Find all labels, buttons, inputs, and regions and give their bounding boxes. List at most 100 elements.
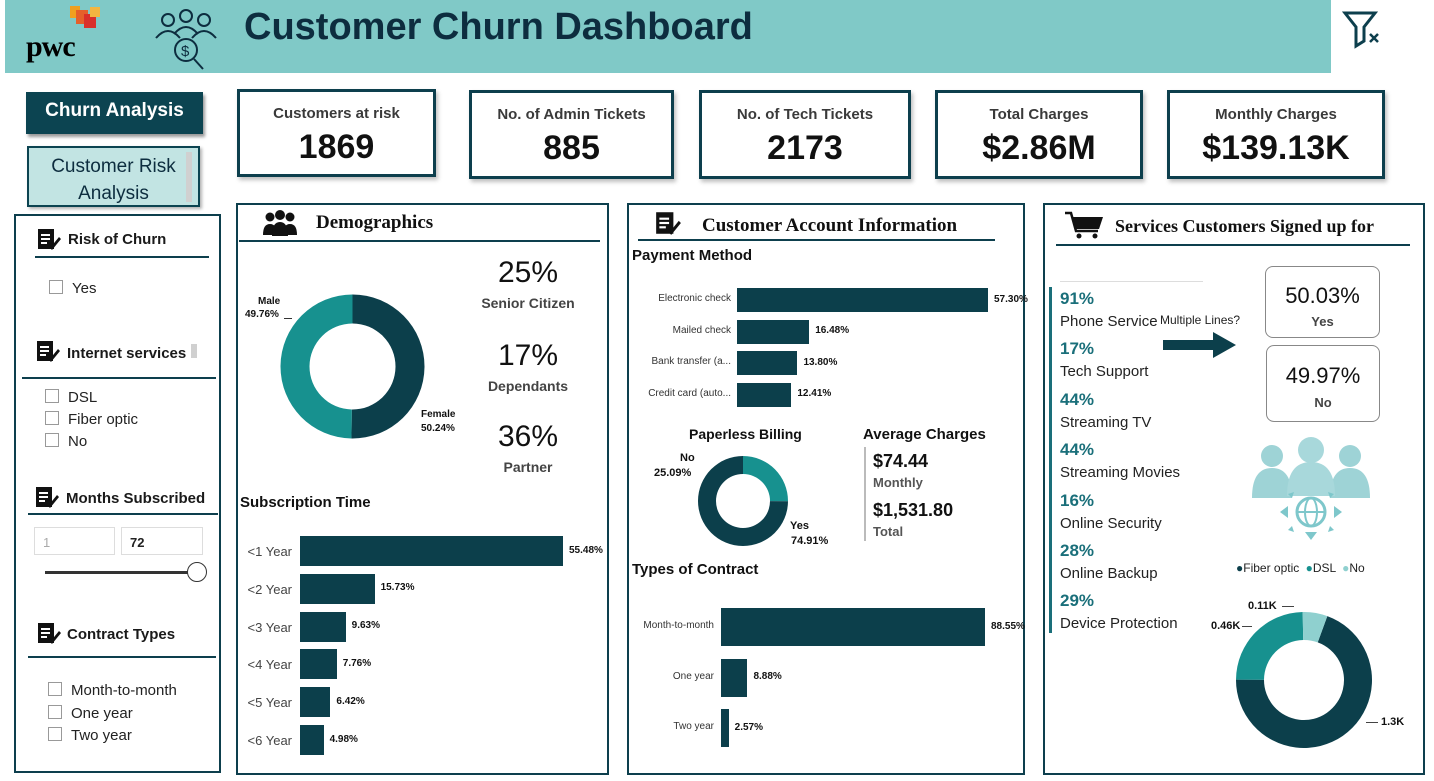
checkbox-dsl[interactable]: DSL <box>45 389 97 406</box>
male-label: Male <box>258 296 281 307</box>
bar <box>737 319 810 344</box>
kpi-tech-tickets: No. of Tech Tickets 2173 <box>699 90 911 179</box>
risk-slicer-title: Risk of Churn <box>68 231 167 248</box>
bar-value-label: 88.55% <box>991 620 1025 632</box>
service-label: Phone Service <box>1060 313 1158 330</box>
contract-slicer-title: Contract Types <box>67 626 176 643</box>
kpi-label: Total Charges <box>989 106 1089 123</box>
avg-monthly-label: Monthly <box>873 475 923 490</box>
male-pct: 49.76% <box>245 309 279 320</box>
customer-risk-analysis-label: Customer Risk Analysis <box>51 156 176 204</box>
partner-pct: 36% <box>497 420 559 453</box>
bar-category-label: <2 Year <box>247 581 292 597</box>
checkbox-month-to-month[interactable]: Month-to-month <box>48 682 177 699</box>
people-network-icon <box>1252 437 1370 540</box>
yes-pct: 50.03% <box>1285 283 1360 308</box>
dependants-pct: 17% <box>497 339 559 372</box>
scrollbar[interactable] <box>191 344 197 358</box>
kpi-label: Monthly Charges <box>1215 106 1337 123</box>
bar-category-label: <4 Year <box>247 657 292 673</box>
legend-dot-dsl: ● <box>1305 561 1313 575</box>
no-label: No <box>1314 395 1332 410</box>
bar <box>300 611 346 642</box>
avg-total-label: Total <box>873 524 904 539</box>
pwc-logo-text: pwc <box>26 30 76 63</box>
button-scrollbar <box>186 152 192 202</box>
kpi-label: Customers at risk <box>273 105 400 122</box>
bar-value-label: 13.80% <box>803 356 838 368</box>
bar <box>300 725 324 755</box>
option-label: Month-to-month <box>71 682 177 699</box>
bar <box>721 658 748 697</box>
bar-category-label: <5 Year <box>247 695 292 711</box>
average-charges-title: Average Charges <box>863 426 986 443</box>
leader-line <box>1242 626 1252 627</box>
checkbox-box[interactable] <box>48 705 62 719</box>
service-pct: 44% <box>1060 440 1095 460</box>
service-pct: 17% <box>1060 339 1095 359</box>
months-min-input[interactable]: 1 <box>34 527 115 555</box>
checkbox-no-internet[interactable]: No <box>45 433 87 450</box>
notepad-icon <box>36 487 59 508</box>
svg-text:$: $ <box>181 43 190 60</box>
checkbox-box[interactable] <box>49 280 63 294</box>
leader-line <box>1282 606 1294 607</box>
divider <box>1056 244 1410 246</box>
divider <box>22 377 216 379</box>
divider-faint <box>1060 281 1203 282</box>
churn-analysis-button[interactable]: Churn Analysis <box>26 92 203 134</box>
months-slider-track[interactable] <box>45 571 195 574</box>
checkbox-box[interactable] <box>45 389 59 403</box>
checkbox-fiber-optic[interactable]: Fiber optic <box>45 411 138 428</box>
bar-value-label: 2.57% <box>734 721 764 733</box>
divider <box>35 256 209 258</box>
bar-value-label: 7.76% <box>342 657 372 669</box>
customers-money-icon: $ <box>155 9 217 70</box>
services-list-accent <box>1049 287 1052 633</box>
bar <box>737 288 988 312</box>
female-label: Female <box>421 409 456 420</box>
checkbox-risk-yes[interactable]: Yes <box>49 280 96 297</box>
checkbox-box[interactable] <box>48 727 62 741</box>
kpi-customers-at-risk: Customers at risk 1869 <box>237 89 436 177</box>
subscription-time-chart: <1 Year 55.48% <2 Year 15.73% <3 Year 9.63% <4… <box>240 530 608 760</box>
avg-monthly-value: $74.44 <box>873 451 929 471</box>
notepad-icon <box>38 229 61 250</box>
bar-value-label: 57.30% <box>994 293 1028 305</box>
checkbox-box[interactable] <box>45 411 59 425</box>
bar-category-label: Mailed check <box>672 324 731 336</box>
kpi-label: No. of Admin Tickets <box>497 106 646 123</box>
divider <box>638 239 995 241</box>
bar-value-label: 15.73% <box>380 582 415 594</box>
account-title: Customer Account Information <box>702 215 958 236</box>
bar-category-label: Two year <box>673 721 714 732</box>
option-label: No <box>68 433 88 450</box>
months-slider-handle[interactable] <box>187 562 207 582</box>
service-label: Device Protection <box>1060 615 1178 633</box>
services-title: Services Customers Signed up for <box>1115 216 1374 236</box>
notepad-icon <box>656 212 681 235</box>
months-max-input[interactable]: 72 <box>121 527 203 555</box>
bar <box>721 608 985 646</box>
female-pct: 50.24% <box>421 423 455 434</box>
checkbox-two-year[interactable]: Two year <box>48 727 132 744</box>
multiple-lines-no-box: 49.97% No <box>1266 345 1380 422</box>
service-pct: 44% <box>1060 389 1095 409</box>
demographics-title: Demographics <box>316 212 434 233</box>
arrow-right-icon <box>1163 332 1236 358</box>
clear-filter-icon[interactable] <box>1342 10 1390 50</box>
donut-slice-female <box>351 294 425 439</box>
page-title: Customer Churn Dashboard <box>244 6 753 48</box>
checkbox-box[interactable] <box>48 682 62 696</box>
types-of-contract-title: Types of Contract <box>632 561 759 578</box>
donut-slice-paperless-no <box>743 456 788 502</box>
bar-category-label: Bank transfer (a... <box>651 356 731 367</box>
checkbox-one-year[interactable]: One year <box>48 705 133 722</box>
internet-legend: ●Fiber optic ●DSL ●No <box>1236 561 1365 575</box>
notepad-icon <box>38 623 61 644</box>
customer-risk-analysis-button[interactable]: Customer Risk Analysis <box>27 146 200 207</box>
bar-category-label: Credit card (auto... <box>648 387 731 399</box>
leader-line <box>284 318 292 319</box>
option-label: One year <box>71 705 133 722</box>
checkbox-box[interactable] <box>45 433 59 447</box>
